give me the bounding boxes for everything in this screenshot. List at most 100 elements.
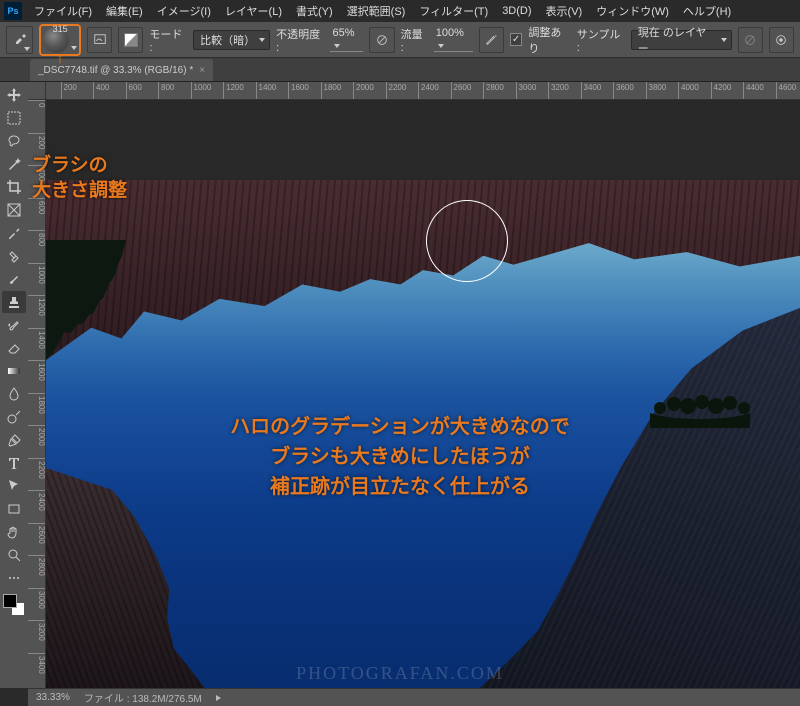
color-swatches[interactable] [3, 594, 25, 616]
ruler-tick: 4200 [711, 82, 732, 100]
flow-field[interactable]: 100% [434, 27, 473, 52]
ruler-tick: 2600 [451, 82, 472, 100]
pressure-opacity-button[interactable] [369, 27, 394, 53]
ignore-adjustment-button[interactable] [738, 27, 763, 53]
stamp-tool[interactable] [2, 291, 26, 313]
ruler-tick: 200 [61, 82, 77, 100]
aligned-label: 調整あり [528, 24, 570, 56]
sample-label: サンプル : [577, 26, 625, 54]
menu-3d[interactable]: 3D(D) [496, 3, 537, 19]
blur-tool[interactable] [2, 383, 26, 405]
ruler-tick: 2800 [483, 82, 504, 100]
ruler-horizontal[interactable]: 0200400600800100012001400160018002000220… [28, 82, 800, 100]
menu-filter[interactable]: フィルター(T) [413, 1, 494, 21]
eraser-tool[interactable] [2, 337, 26, 359]
ruler-tick: 2800 [28, 555, 46, 576]
sample-dropdown[interactable]: 現在 のレイヤー [631, 30, 732, 50]
annotation-body: ハロのグラデーションが大きめなので ブラシも大きめにしたほうが 補正跡が目立たな… [0, 412, 800, 502]
menu-layer[interactable]: レイヤー(L) [219, 1, 288, 21]
tool-preset-picker[interactable] [6, 26, 33, 54]
annotation-brush-size: ブラシの 大きさ調整 [32, 154, 127, 203]
toolbox [0, 82, 28, 688]
eyedropper-tool[interactable] [2, 222, 26, 244]
doc-info-menu-icon[interactable] [216, 695, 221, 701]
marquee-tool[interactable] [2, 107, 26, 129]
frame-tool[interactable] [2, 199, 26, 221]
doc-info[interactable]: ファイル : 138.2M/276.5M [84, 690, 202, 705]
status-bar: 33.33% ファイル : 138.2M/276.5M [28, 688, 800, 706]
ruler-tick: 800 [158, 82, 174, 100]
menu-bar: Ps ファイル(F) 編集(E) イメージ(I) レイヤー(L) 書式(Y) 選… [0, 0, 800, 22]
zoom-level[interactable]: 33.33% [36, 692, 70, 703]
ruler-tick: 1600 [288, 82, 309, 100]
aligned-checkbox[interactable]: ✓ [510, 33, 523, 46]
foreground-swatch[interactable] [3, 594, 17, 608]
brush-preset-picker[interactable]: 315 ↑ [39, 24, 81, 56]
document-tab-bar: _DSC7748.tif @ 33.3% (RGB/16) * × [0, 58, 800, 82]
ruler-tick: 1800 [321, 82, 342, 100]
mixer-brush-button[interactable] [118, 27, 143, 53]
ruler-tick: 0 [28, 100, 46, 107]
ruler-tick: 2200 [386, 82, 407, 100]
ruler-tick: 3800 [646, 82, 667, 100]
ruler-tick: 1400 [28, 328, 46, 349]
ruler-tick: 2000 [353, 82, 374, 100]
canvas-area[interactable] [46, 100, 800, 688]
healing-tool[interactable] [2, 245, 26, 267]
brush-settings-button[interactable] [87, 27, 112, 53]
ruler-tick: 1600 [28, 360, 46, 381]
pressure-size-button[interactable] [769, 27, 794, 53]
watermark: PHOTOGRAFAN.COM [0, 663, 800, 684]
close-tab-button[interactable]: × [199, 65, 205, 76]
menu-help[interactable]: ヘルプ(H) [677, 1, 737, 21]
workspace: 0200400600800100012001400160018002000220… [0, 82, 800, 706]
hand-tool[interactable] [2, 521, 26, 543]
ruler-origin[interactable] [28, 82, 46, 100]
menu-image[interactable]: イメージ(I) [151, 1, 217, 21]
ruler-tick: 3200 [28, 620, 46, 641]
ruler-tick: 1200 [223, 82, 244, 100]
blend-mode-label: モード : [149, 26, 187, 54]
ruler-tick: 1200 [28, 295, 46, 316]
wand-tool[interactable] [2, 153, 26, 175]
history-brush-tool[interactable] [2, 314, 26, 336]
ruler-tick: 3200 [548, 82, 569, 100]
ruler-tick: 3000 [28, 588, 46, 609]
menu-select[interactable]: 選択範囲(S) [341, 1, 412, 21]
opacity-field[interactable]: 65% [330, 27, 363, 52]
flow-label: 流量 : [401, 26, 428, 54]
options-bar: 315 ↑ モード : 比較（暗） 不透明度 : 65% 流量 : 100% ✓… [0, 22, 800, 58]
ruler-tick: 3400 [581, 82, 602, 100]
airbrush-button[interactable] [479, 27, 504, 53]
zoom-tool[interactable] [2, 544, 26, 566]
ruler-tick: 200 [28, 133, 46, 149]
ruler-tick: 2600 [28, 523, 46, 544]
menu-view[interactable]: 表示(V) [540, 1, 589, 21]
app-logo-icon: Ps [4, 2, 22, 20]
ruler-tick: 400 [93, 82, 109, 100]
crop-tool[interactable] [2, 176, 26, 198]
ruler-tick: 3600 [613, 82, 634, 100]
ruler-tick: 1000 [191, 82, 212, 100]
ruler-tick: 1000 [28, 263, 46, 284]
ruler-tick: 2400 [418, 82, 439, 100]
menu-edit[interactable]: 編集(E) [100, 1, 149, 21]
ruler-tick: 1800 [28, 393, 46, 414]
menu-file[interactable]: ファイル(F) [28, 1, 98, 21]
image-tree [46, 240, 126, 360]
menu-type[interactable]: 書式(Y) [290, 1, 339, 21]
gradient-tool[interactable] [2, 360, 26, 382]
callout-arrow-icon: ↑ [56, 50, 64, 68]
ruler-tick: 3000 [516, 82, 537, 100]
edit-toolbar-button[interactable] [2, 567, 26, 589]
menu-window[interactable]: ウィンドウ(W) [590, 1, 675, 21]
ruler-tick: 1400 [256, 82, 277, 100]
brush-size-value: 315 [53, 24, 68, 34]
move-tool[interactable] [2, 84, 26, 106]
opacity-label: 不透明度 : [276, 26, 324, 54]
lasso-tool[interactable] [2, 130, 26, 152]
blend-mode-dropdown[interactable]: 比較（暗） [193, 30, 270, 50]
canvas-background [46, 100, 800, 180]
ruler-tick: 4400 [743, 82, 764, 100]
brush-tool[interactable] [2, 268, 26, 290]
